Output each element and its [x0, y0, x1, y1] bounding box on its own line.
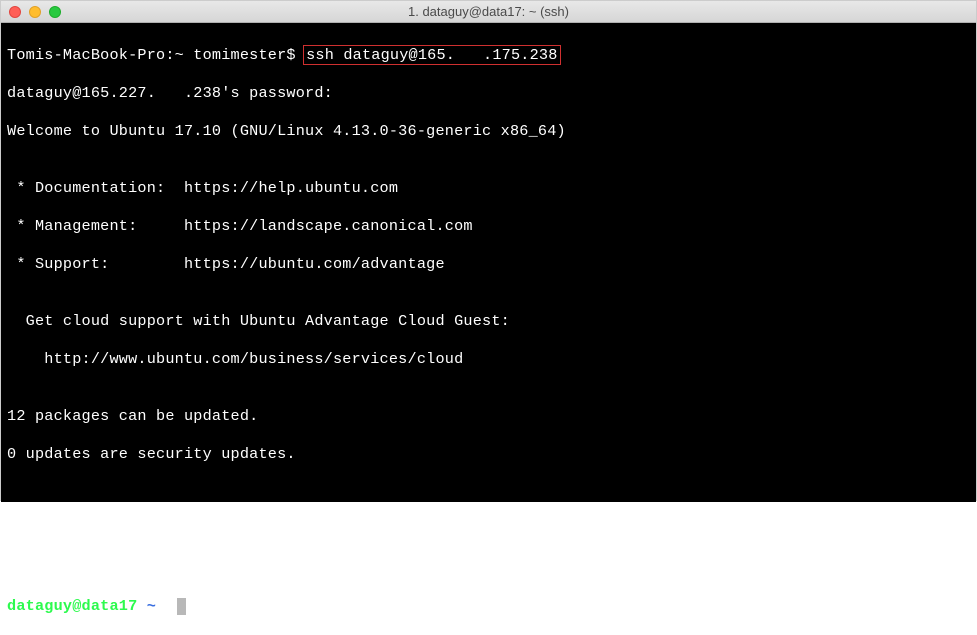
terminal-line: 0 updates are security updates. — [7, 445, 970, 464]
terminal-line: * Documentation: https://help.ubuntu.com — [7, 179, 970, 198]
terminal-line: dataguy@165.227. .238's password: — [7, 84, 970, 103]
window-titlebar[interactable]: 1. dataguy@data17: ~ (ssh) — [1, 1, 976, 23]
prompt-colon: : — [137, 597, 146, 615]
terminal-line: 12 packages can be updated. — [7, 407, 970, 426]
terminal-line: * Support: https://ubuntu.com/advantage — [7, 255, 970, 274]
prompt-dollar: $ — [156, 597, 175, 615]
maximize-icon[interactable] — [49, 6, 61, 18]
minimize-icon[interactable] — [29, 6, 41, 18]
terminal-line: Welcome to Ubuntu 17.10 (GNU/Linux 4.13.… — [7, 122, 970, 141]
terminal-line: http://www.ubuntu.com/business/services/… — [7, 350, 970, 369]
remote-prompt-line: dataguy@data17:~$ — [7, 597, 970, 616]
cursor-icon — [177, 598, 186, 615]
window-title: 1. dataguy@data17: ~ (ssh) — [408, 4, 569, 19]
terminal-line: Last login: Thu Mar 22 14:54:17 2018 fro… — [7, 559, 970, 578]
prompt-user-host: dataguy@data17 — [7, 597, 137, 615]
terminal-line: *** System restart required *** — [7, 521, 970, 540]
terminal-line: Tomis-MacBook-Pro:~ tomimester$ ssh data… — [7, 46, 970, 65]
ssh-command-highlight: ssh dataguy@165. .175.238 — [303, 45, 560, 65]
terminal-output[interactable]: Tomis-MacBook-Pro:~ tomimester$ ssh data… — [1, 23, 976, 502]
terminal-line: Get cloud support with Ubuntu Advantage … — [7, 312, 970, 331]
local-prompt: Tomis-MacBook-Pro:~ tomimester$ — [7, 46, 305, 64]
close-icon[interactable] — [9, 6, 21, 18]
window-controls — [1, 6, 61, 18]
prompt-path: ~ — [147, 597, 156, 615]
terminal-line: * Management: https://landscape.canonica… — [7, 217, 970, 236]
